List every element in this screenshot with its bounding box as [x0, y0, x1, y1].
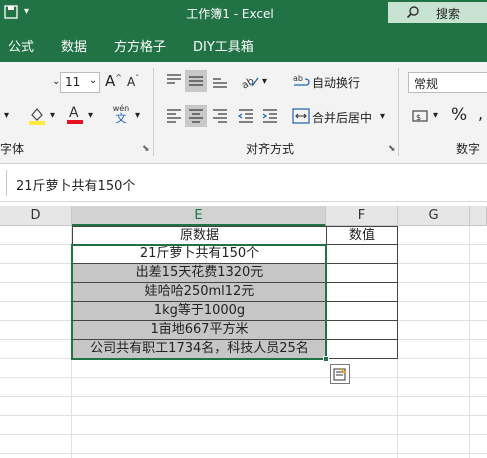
- formula-bar-divider: [6, 170, 7, 196]
- tab-fangfang[interactable]: 方方格子: [114, 36, 166, 55]
- selection-border: [71, 244, 327, 360]
- fill-color-icon[interactable]: [28, 106, 46, 126]
- svg-text:$: $: [416, 113, 421, 122]
- spreadsheet-grid[interactable]: D E F G 原数据 数值 21斤萝卜共有150个 出差15天花费1320元 …: [0, 206, 487, 458]
- formula-content: 21斤萝卜共有150个: [16, 179, 136, 194]
- column-header-h[interactable]: [470, 206, 487, 226]
- font-color-dropdown-icon[interactable]: ▾: [88, 110, 93, 121]
- orientation-icon[interactable]: ab: [240, 72, 260, 92]
- search-box[interactable]: 搜索: [388, 2, 487, 23]
- alignment-dialog-launcher-icon[interactable]: ⬊: [388, 144, 396, 154]
- wrap-text-button[interactable]: 自动换行: [312, 74, 360, 91]
- accounting-dropdown-icon[interactable]: ▾: [433, 110, 438, 121]
- orientation-dropdown-icon[interactable]: ▾: [262, 76, 267, 87]
- search-label: 搜索: [436, 7, 461, 21]
- column-header-d[interactable]: D: [0, 206, 72, 226]
- quick-analysis-icon: [333, 367, 347, 381]
- svg-text:ab: ab: [293, 74, 303, 83]
- cell-f-row-5[interactable]: [326, 321, 398, 340]
- number-format-value: 常规: [414, 77, 439, 91]
- formula-input[interactable]: 21斤萝卜共有150个: [10, 168, 487, 198]
- window-title: 工作簿1 - Excel: [186, 7, 274, 21]
- align-right-icon[interactable]: [211, 107, 229, 125]
- cell-f-row-6[interactable]: [326, 340, 398, 359]
- tab-formulas[interactable]: 公式: [8, 36, 34, 55]
- align-bottom-icon[interactable]: [211, 72, 229, 90]
- merge-dropdown-icon[interactable]: ▾: [380, 111, 385, 122]
- increase-font-size-icon[interactable]: A^: [105, 72, 122, 90]
- title-bar: ▾ 工作簿1 - Excel 搜索: [0, 0, 487, 26]
- align-center-icon[interactable]: [185, 105, 207, 127]
- quick-analysis-button[interactable]: [330, 364, 350, 384]
- number-format-select[interactable]: 常规: [408, 72, 487, 93]
- decrease-font-size-icon[interactable]: Aˇ: [127, 74, 139, 89]
- align-middle-icon[interactable]: [185, 70, 207, 92]
- ribbon: ⌄ 11 ⌄ A^ Aˇ ▾ ▾ A ▾ wén 文 ▾ 字体 ⬊ ab ▾ a…: [0, 62, 487, 164]
- save-icon[interactable]: [4, 5, 18, 19]
- percent-style-button[interactable]: %: [451, 105, 467, 125]
- font-size-select[interactable]: 11 ⌄: [60, 72, 100, 93]
- quick-access-dropdown-icon[interactable]: ▾: [24, 6, 29, 17]
- search-icon: [406, 5, 420, 22]
- merge-center-button[interactable]: 合并后居中: [312, 109, 372, 126]
- column-header-f[interactable]: F: [326, 206, 398, 226]
- fill-color-dropdown-icon[interactable]: ▾: [50, 110, 55, 121]
- column-header-g[interactable]: G: [398, 206, 470, 226]
- font-size-value: 11: [65, 75, 81, 89]
- tab-data[interactable]: 数据: [61, 36, 87, 55]
- alignment-group-label: 对齐方式: [246, 142, 295, 156]
- pinyin-icon[interactable]: wén 文: [110, 104, 132, 125]
- align-top-icon[interactable]: [165, 72, 183, 90]
- font-dialog-launcher-icon[interactable]: ⬊: [142, 144, 150, 154]
- font-group-label: 字体: [0, 142, 25, 156]
- cell-f-row-3[interactable]: [326, 283, 398, 302]
- cell-f-header[interactable]: 数值: [326, 226, 398, 245]
- fill-handle[interactable]: [323, 356, 329, 362]
- increase-indent-icon[interactable]: [261, 107, 279, 125]
- pinyin-dropdown-icon[interactable]: ▾: [135, 110, 140, 121]
- cell-f-row-2[interactable]: [326, 264, 398, 283]
- font-color-icon[interactable]: A: [66, 105, 84, 125]
- number-group-label: 数字: [456, 142, 481, 156]
- column-header-e[interactable]: E: [72, 206, 326, 226]
- formula-bar: 21斤萝卜共有150个: [0, 164, 487, 202]
- ribbon-tab-bar: 公式 数据 方方格子 DIY工具箱: [0, 26, 487, 62]
- gridline-col-g: [469, 226, 470, 458]
- cell-e-header[interactable]: 原数据: [72, 226, 326, 245]
- cell-f-row-1[interactable]: [326, 245, 398, 264]
- wrap-text-icon[interactable]: ab: [292, 72, 310, 90]
- decrease-indent-icon[interactable]: [237, 107, 255, 125]
- tab-diy-toolbox[interactable]: DIY工具箱: [193, 36, 254, 55]
- comma-style-icon[interactable]: ,: [478, 104, 483, 123]
- borders-dropdown-icon[interactable]: ▾: [4, 110, 9, 121]
- merge-center-icon[interactable]: [292, 107, 310, 125]
- accounting-format-icon[interactable]: $: [412, 107, 430, 125]
- align-left-icon[interactable]: [165, 107, 183, 125]
- cell-f-row-4[interactable]: [326, 302, 398, 321]
- chevron-down-icon: ⌄: [89, 75, 98, 86]
